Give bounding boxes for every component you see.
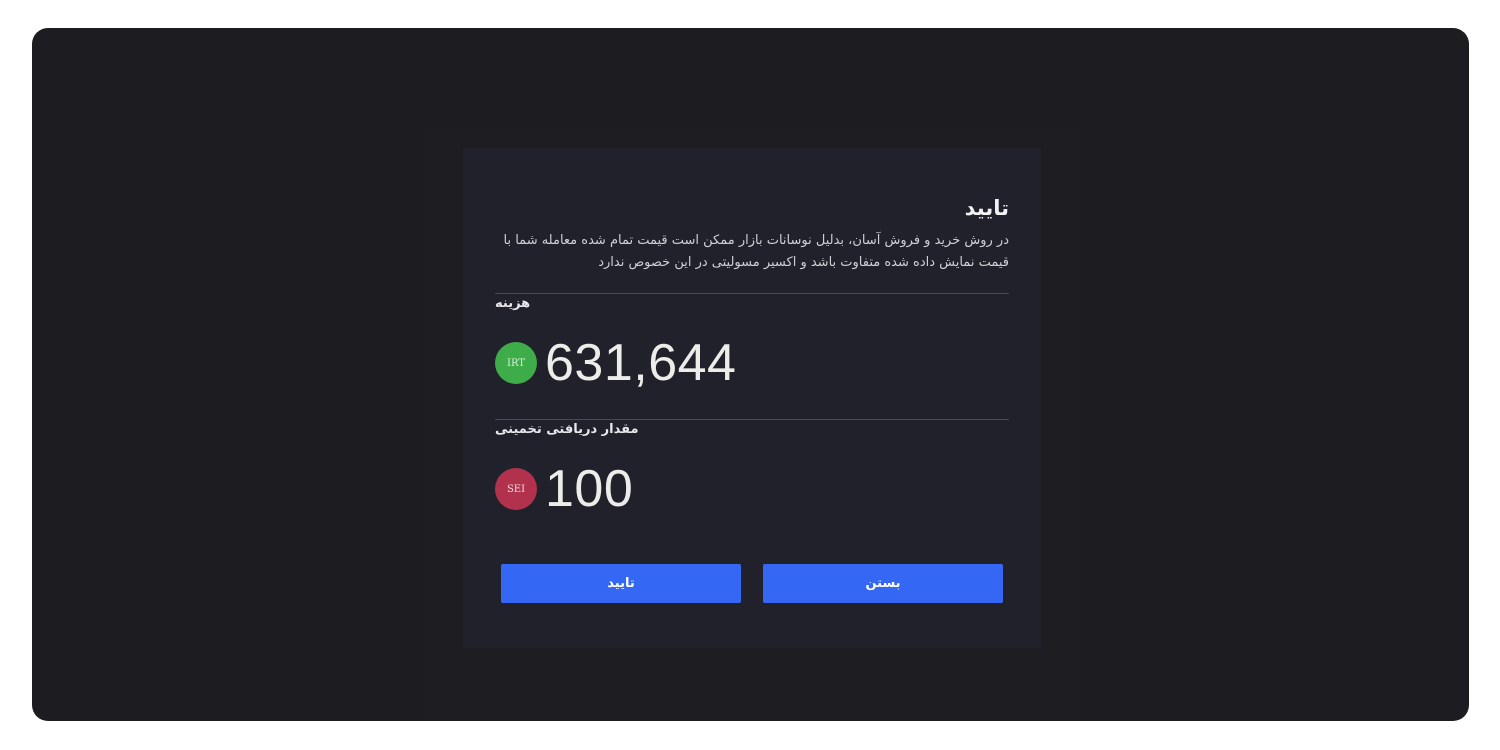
sei-coin-icon: SEI bbox=[495, 468, 537, 510]
dialog-title: تایید bbox=[964, 196, 1009, 220]
estimated-receive-label: مقدار دریافتی تخمینی bbox=[495, 422, 639, 437]
confirm-button[interactable]: تایید bbox=[501, 564, 741, 603]
divider bbox=[495, 419, 1009, 420]
dialog-description: در روش خرید و فروش آسان، بدلیل نوسانات ب… bbox=[503, 233, 1010, 270]
close-button[interactable]: بستن bbox=[763, 564, 1003, 603]
receive-amount-row: SEI 100 bbox=[495, 461, 633, 517]
cost-label: هزینه bbox=[495, 296, 531, 311]
cost-amount-row: IRT 631,644 bbox=[495, 335, 736, 391]
app-screen: تایید در روش خرید و فروش آسان، بدلیل نوس… bbox=[32, 28, 1469, 721]
divider bbox=[495, 293, 1009, 294]
irt-coin-icon: IRT bbox=[495, 342, 537, 384]
cost-amount: 631,644 bbox=[545, 334, 737, 392]
confirm-dialog: تایید در روش خرید و فروش آسان، بدلیل نوس… bbox=[463, 148, 1041, 648]
receive-amount: 100 bbox=[545, 460, 634, 518]
